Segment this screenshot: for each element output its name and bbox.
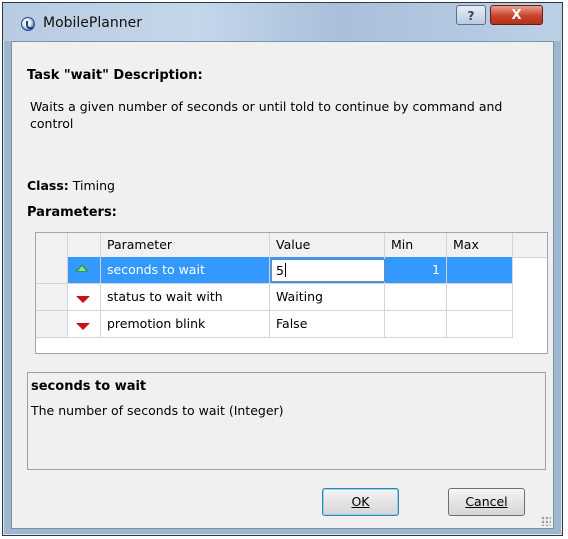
class-value: Timing bbox=[72, 178, 115, 193]
class-line: Class: Timing bbox=[27, 178, 115, 193]
cell-min[interactable]: 1 bbox=[385, 257, 447, 284]
task-description: Waits a given number of seconds or until… bbox=[30, 99, 503, 131]
arrow-down-icon bbox=[76, 323, 90, 330]
row-header bbox=[36, 284, 68, 311]
ok-button-label: OK bbox=[351, 494, 370, 509]
text-caret bbox=[284, 263, 286, 277]
app-logo-icon bbox=[21, 17, 35, 31]
title-bar[interactable]: MobilePlanner ? X bbox=[3, 3, 562, 41]
row-header bbox=[36, 311, 68, 338]
cell-max[interactable] bbox=[447, 311, 513, 338]
close-button[interactable]: X bbox=[490, 5, 543, 25]
header-value[interactable]: Value bbox=[270, 233, 385, 257]
parameters-grid: Parameter Value Min Max seconds to wait … bbox=[35, 232, 548, 354]
header-max[interactable]: Max bbox=[447, 233, 513, 257]
cell-value[interactable]: Waiting bbox=[270, 284, 385, 311]
cell-parameter[interactable]: status to wait with bbox=[101, 284, 270, 311]
table-row[interactable]: seconds to wait 5 1 bbox=[36, 257, 547, 284]
header-icon-col bbox=[68, 233, 101, 257]
table-row[interactable]: status to wait with Waiting bbox=[36, 284, 547, 311]
row-icon-cell[interactable] bbox=[68, 257, 101, 284]
dialog-window: MobilePlanner ? X Task "wait" Descriptio… bbox=[2, 2, 563, 536]
cell-max[interactable] bbox=[447, 284, 513, 311]
task-heading: Task "wait" Description: bbox=[27, 68, 203, 83]
cell-min[interactable] bbox=[385, 284, 447, 311]
cell-min[interactable] bbox=[385, 311, 447, 338]
header-parameter[interactable]: Parameter bbox=[101, 233, 270, 257]
parameters-label: Parameters: bbox=[27, 205, 117, 220]
row-header bbox=[36, 257, 68, 284]
value-edit-text: 5 bbox=[276, 263, 284, 278]
table-row[interactable]: premotion blink False bbox=[36, 311, 547, 338]
cell-value[interactable]: False bbox=[270, 311, 385, 338]
cell-max[interactable] bbox=[447, 257, 513, 284]
parameter-info-box: seconds to wait The number of seconds to… bbox=[27, 372, 546, 470]
cell-parameter[interactable]: seconds to wait bbox=[101, 257, 270, 284]
row-icon-cell[interactable] bbox=[68, 311, 101, 338]
row-icon-cell[interactable] bbox=[68, 284, 101, 311]
cancel-button-label: Cancel bbox=[465, 494, 508, 509]
dialog-body: Task "wait" Description: Waits a given n… bbox=[11, 41, 554, 529]
cancel-button[interactable]: Cancel bbox=[448, 488, 525, 516]
arrow-down-icon bbox=[76, 296, 90, 303]
info-text: The number of seconds to wait (Integer) bbox=[31, 403, 284, 418]
value-edit-field[interactable]: 5 bbox=[271, 259, 385, 282]
header-min[interactable]: Min bbox=[385, 233, 447, 257]
resize-grip[interactable] bbox=[541, 516, 551, 526]
ok-button[interactable]: OK bbox=[322, 488, 399, 516]
help-button[interactable]: ? bbox=[456, 5, 486, 25]
class-label: Class: bbox=[27, 178, 69, 193]
info-title: seconds to wait bbox=[31, 379, 147, 394]
window-title: MobilePlanner bbox=[43, 15, 142, 31]
grid-header: Parameter Value Min Max bbox=[36, 233, 547, 258]
arrow-up-icon bbox=[75, 264, 89, 272]
header-corner bbox=[36, 233, 68, 257]
cell-parameter[interactable]: premotion blink bbox=[101, 311, 270, 338]
